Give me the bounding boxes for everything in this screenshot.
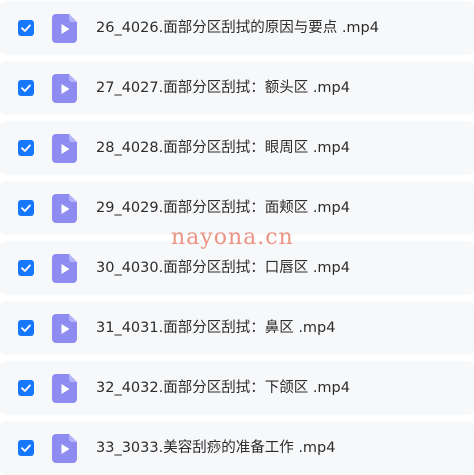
file-checkbox[interactable] (18, 200, 34, 216)
file-list: 26_4026.面部分区刮拭的原因与要点 .mp4 27_4027.面部分区刮拭… (0, 0, 474, 475)
file-row[interactable]: 29_4029.面部分区刮拭：面颊区 .mp4 (0, 181, 474, 235)
video-file-icon (52, 254, 77, 283)
file-row[interactable]: 30_4030.面部分区刮拭：口唇区 .mp4 (0, 241, 474, 295)
file-name[interactable]: 26_4026.面部分区刮拭的原因与要点 .mp4 (96, 18, 379, 38)
file-checkbox[interactable] (18, 320, 34, 336)
checkmark-icon (21, 24, 31, 32)
file-name[interactable]: 27_4027.面部分区刮拭：额头区 .mp4 (96, 78, 350, 98)
file-row[interactable]: 33_3033.美容刮痧的准备工作 .mp4 (0, 421, 474, 475)
file-checkbox[interactable] (18, 440, 34, 456)
file-row[interactable]: 26_4026.面部分区刮拭的原因与要点 .mp4 (0, 1, 474, 55)
file-name[interactable]: 32_4032.面部分区刮拭：下颌区 .mp4 (96, 378, 350, 398)
video-file-icon (52, 74, 77, 103)
video-file-icon (52, 434, 77, 463)
checkmark-icon (21, 84, 31, 92)
video-file-icon (52, 194, 77, 223)
file-checkbox[interactable] (18, 380, 34, 396)
file-checkbox[interactable] (18, 140, 34, 156)
video-file-icon (52, 314, 77, 343)
checkmark-icon (21, 204, 31, 212)
file-name[interactable]: 31_4031.面部分区刮拭：鼻区 .mp4 (96, 318, 335, 338)
file-row[interactable]: 28_4028.面部分区刮拭：眼周区 .mp4 (0, 121, 474, 175)
video-file-icon (52, 374, 77, 403)
file-name[interactable]: 29_4029.面部分区刮拭：面颊区 .mp4 (96, 198, 350, 218)
checkmark-icon (21, 384, 31, 392)
checkmark-icon (21, 264, 31, 272)
checkmark-icon (21, 144, 31, 152)
file-name[interactable]: 33_3033.美容刮痧的准备工作 .mp4 (96, 438, 335, 458)
file-checkbox[interactable] (18, 20, 34, 36)
file-checkbox[interactable] (18, 80, 34, 96)
video-file-icon (52, 14, 77, 43)
checkmark-icon (21, 444, 31, 452)
file-name[interactable]: 28_4028.面部分区刮拭：眼周区 .mp4 (96, 138, 350, 158)
file-row[interactable]: 31_4031.面部分区刮拭：鼻区 .mp4 (0, 301, 474, 355)
file-row[interactable]: 27_4027.面部分区刮拭：额头区 .mp4 (0, 61, 474, 115)
video-file-icon (52, 134, 77, 163)
file-row[interactable]: 32_4032.面部分区刮拭：下颌区 .mp4 (0, 361, 474, 415)
file-checkbox[interactable] (18, 260, 34, 276)
checkmark-icon (21, 324, 31, 332)
file-name[interactable]: 30_4030.面部分区刮拭：口唇区 .mp4 (96, 258, 350, 278)
